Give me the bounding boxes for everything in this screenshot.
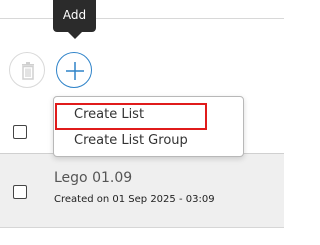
list-item-created-date: Created on 01 Sep 2025 - 03:09 bbox=[54, 194, 215, 205]
top-divider bbox=[0, 18, 284, 19]
add-tooltip: Add bbox=[53, 0, 96, 32]
trash-icon bbox=[22, 62, 34, 80]
tooltip-arrow bbox=[68, 32, 82, 39]
delete-button[interactable] bbox=[9, 52, 45, 88]
plus-icon bbox=[66, 62, 84, 80]
list-item[interactable]: Lego 01.09 Created on 01 Sep 2025 - 03:0… bbox=[0, 154, 284, 227]
row-divider bbox=[0, 227, 284, 228]
add-button[interactable] bbox=[56, 52, 92, 88]
select-all-checkbox[interactable] bbox=[13, 125, 27, 139]
menu-item-create-list-group[interactable]: Create List Group bbox=[74, 133, 188, 148]
row-checkbox[interactable] bbox=[13, 185, 27, 199]
highlight-box bbox=[55, 103, 207, 130]
list-item-title[interactable]: Lego 01.09 bbox=[54, 170, 132, 186]
